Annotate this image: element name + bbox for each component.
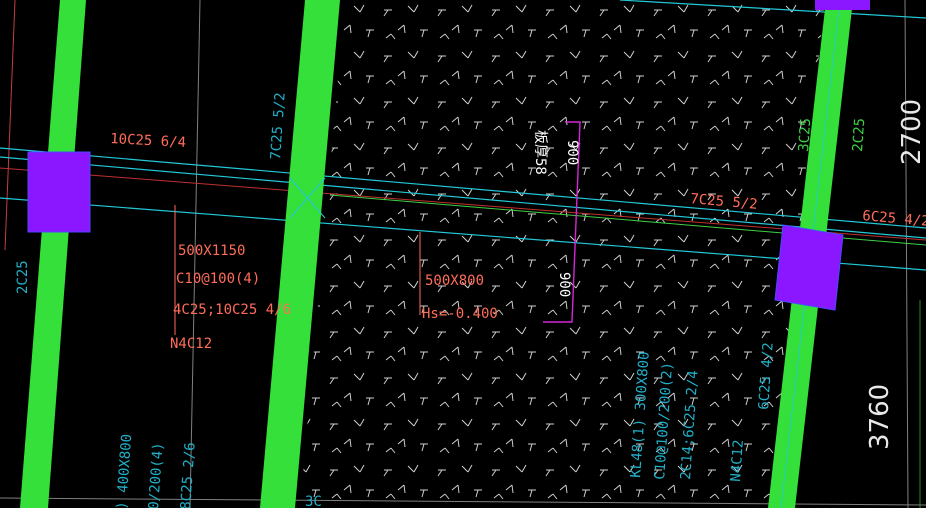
left-bottom-stirrup-label: 0/200(4) (146, 442, 167, 508)
bottom-stub-label: 3C (305, 494, 322, 508)
column-left (27, 151, 91, 233)
dim-lower-label: 3760 (865, 384, 895, 450)
beam1-torsion-label: N4C12 (170, 336, 212, 352)
slab-hatch-area (300, 0, 825, 508)
column-right (774, 224, 844, 311)
beam2-size-label: 500X800 (425, 273, 484, 289)
beam1-bars-label: 4C25;10C25 4/6 (173, 302, 291, 318)
vbeam-right-top2-label: 2C25 (850, 118, 868, 153)
beam1-stirrup-label: C10@100(4) (176, 271, 260, 287)
column-top-right (815, 0, 870, 10)
slab-label: 板厚58 (532, 130, 548, 175)
col-left-bars-label: 2C25 (15, 260, 31, 294)
top-beam-reinf-label: 10C25 6/4 (110, 131, 187, 151)
beam2-offset-label: Hs=-0.400 (422, 306, 498, 322)
kl-torsion-label: N4C12 (728, 439, 747, 482)
dim-upper-label: 2700 (897, 99, 926, 165)
beam-left (20, 0, 86, 508)
beam1-size-label: 500X1150 (178, 243, 245, 259)
slab-dim-bottom-label: 900 (556, 272, 572, 297)
left-bottom-bars-label: 8C25 2/6 (178, 442, 199, 508)
vbeam-right-top1-label: 3C25 (796, 118, 814, 153)
right-beam-reinf-label: 6C25 4/2 (862, 208, 926, 230)
cad-drawing-canvas[interactable]: 10C25 6/4 500X1150 C10@100(4) 4C25;10C25… (0, 0, 926, 508)
vbeam1-top-label: 7C25 5/2 (268, 92, 289, 160)
slab-dim-top-label: 900 (564, 140, 580, 165)
left-bottom-size-label: ) 400X800 (114, 433, 135, 508)
